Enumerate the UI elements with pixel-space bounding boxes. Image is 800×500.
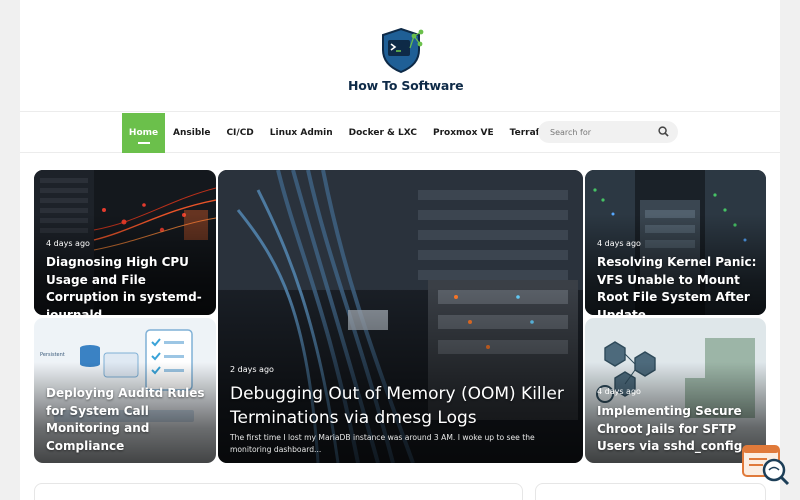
post-title[interactable]: Implementing Secure Chroot Jails for SFT…: [597, 403, 758, 456]
post-title[interactable]: Resolving Kernel Panic: VFS Unable to Mo…: [597, 254, 758, 315]
search-input[interactable]: [550, 125, 650, 139]
content-box-right: [535, 483, 766, 500]
post-card-chroot-sftp[interactable]: 4 days ago Implementing Secure Chroot Ja…: [585, 318, 766, 463]
content-box-left: [34, 483, 523, 500]
post-title[interactable]: Deploying Auditd Rules for System Call M…: [46, 385, 206, 455]
site-title: How To Software: [348, 78, 464, 93]
site-logo[interactable]: How To Software: [348, 26, 464, 93]
nav-item-home[interactable]: Home: [122, 113, 165, 153]
post-card-kernel-panic[interactable]: 4 days ago Resolving Kernel Panic: VFS U…: [585, 170, 766, 315]
featured-post-title[interactable]: Debugging Out of Memory (OOM) Killer Ter…: [230, 382, 565, 430]
nav-divider-top: [20, 111, 780, 112]
search-icon[interactable]: [658, 126, 669, 137]
post-title[interactable]: Diagnosing High CPU Usage and File Corru…: [46, 254, 206, 315]
main-nav: Home Ansible CI/CD Linux Admin Docker & …: [122, 113, 587, 153]
nav-item-proxmox-ve[interactable]: Proxmox VE: [425, 113, 502, 153]
svg-text:Persistent: Persistent: [40, 352, 65, 358]
nav-item-ansible[interactable]: Ansible: [165, 113, 218, 153]
featured-post-card[interactable]: 2 days ago Debugging Out of Memory (OOM)…: [218, 170, 583, 463]
nav-item-linux-admin[interactable]: Linux Admin: [262, 113, 341, 153]
post-card-cpu-journald[interactable]: 4 days ago Diagnosing High CPU Usage and…: [34, 170, 216, 315]
logo-shield-icon: [382, 27, 424, 74]
search-box: [538, 121, 678, 143]
nav-item-cicd[interactable]: CI/CD: [218, 113, 261, 153]
chat-widget-button[interactable]: [741, 444, 791, 488]
post-date: 4 days ago: [597, 387, 641, 396]
nav-item-docker-lxc[interactable]: Docker & LXC: [341, 113, 425, 153]
post-card-auditd[interactable]: Persistent Deploying Auditd Rules for Sy…: [34, 318, 216, 463]
chat-search-icon: [742, 445, 790, 486]
post-date: 2 days ago: [230, 365, 274, 374]
featured-post-excerpt: The first time I lost my MariaDB instanc…: [230, 433, 535, 454]
post-date: 4 days ago: [597, 239, 641, 248]
post-date: 4 days ago: [46, 239, 90, 248]
